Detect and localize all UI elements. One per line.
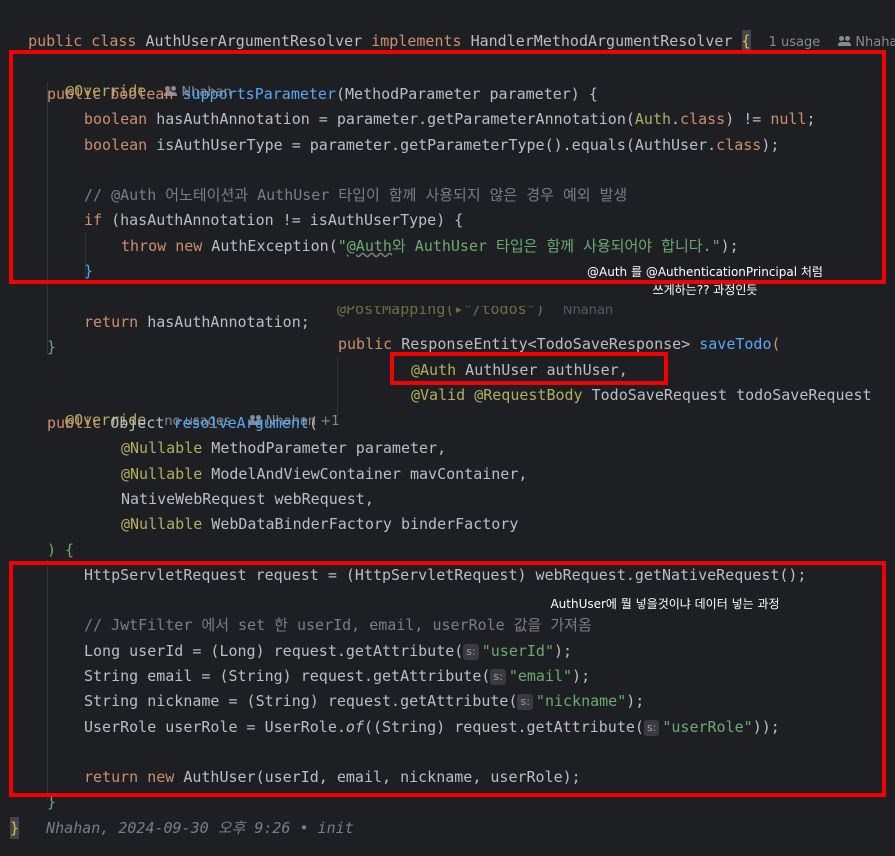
usage-count[interactable]: 1 usage [769,35,821,50]
matched-brace: } [10,817,20,839]
author-name[interactable]: Nhahan [855,35,895,50]
override-annotation: @Override no usages Nhahan +1 [65,411,340,429]
closing-brace: } [47,338,57,356]
class-closing-line: } Nhahan, 2024-09-30 오후 9:26 • init [10,817,354,839]
class-name[interactable]: AuthUserArgumentResolver [145,32,362,50]
param-line: NativeWebRequest webRequest, [121,490,374,508]
class-declaration: public class AuthUserArgumentResolver im… [10,8,895,52]
post-mapping-line: @PostMapping(▸"/todos") Nhahan [337,306,614,318]
author-icon [838,36,852,46]
annotation-note-1: @Auth 를 @AuthenticationPrincipal 처럼 쓰게하는… [587,265,823,297]
code-line: return hasAuthAnnotation; [84,313,310,331]
method-signature-resolve-argument: public Object resolveArgument( [47,414,318,432]
highlight-box-auth-param [390,352,668,385]
highlight-box-supports-parameter [9,50,886,284]
matched-brace: { [741,30,751,52]
annotation-note-2: AuthUser에 뭘 넣을것이냐 데이터 넣는 과정 [550,597,780,611]
param-line: @Nullable MethodParameter parameter, [121,439,447,457]
todo-request-param: @Valid @RequestBody TodoSaveRequest todo… [411,386,872,404]
params-close: ) { [47,541,75,559]
git-blame-inline[interactable]: Nhahan, 2024-09-30 오후 9:26 • init [46,819,354,837]
param-line: @Nullable WebDataBinderFactory binderFac… [121,515,519,533]
method-name[interactable]: resolveArgument [173,414,308,432]
param-line: @Nullable ModelAndViewContainer mavConta… [121,465,528,483]
method-name[interactable]: saveTodo [699,335,771,353]
